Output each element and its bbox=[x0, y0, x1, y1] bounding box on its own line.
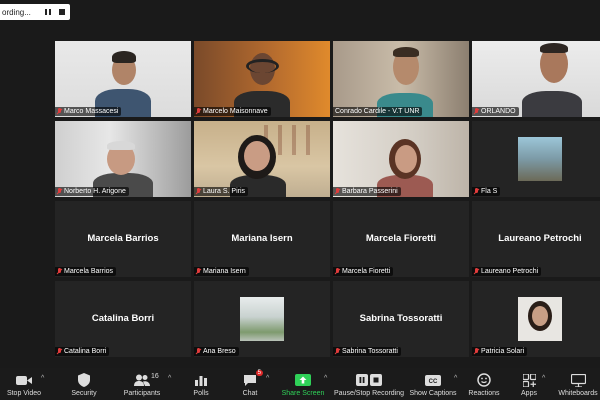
participants-count: 16 bbox=[151, 373, 159, 380]
security-button[interactable]: Security bbox=[66, 368, 102, 400]
muted-mic-icon bbox=[335, 188, 340, 195]
whiteboard-icon bbox=[570, 373, 586, 387]
participant-name-tag: Mariana Isern bbox=[194, 267, 249, 276]
video-tile[interactable]: Marco Massacesi bbox=[55, 41, 191, 117]
show-captions-button[interactable]: CC Show Captions bbox=[409, 368, 457, 400]
muted-mic-icon bbox=[57, 348, 62, 355]
participant-name-tag: Marco Massacesi bbox=[55, 107, 122, 116]
video-tile[interactable]: Barbara Passerini bbox=[333, 121, 469, 197]
participant-display-name: Laureano Petrochi bbox=[498, 233, 582, 244]
participant-name-tag: Norberto H. Arigone bbox=[55, 187, 129, 196]
recording-label: ording... bbox=[2, 7, 31, 17]
share-screen-icon bbox=[295, 373, 311, 387]
participant-name-tag: Catalina Borri bbox=[55, 347, 110, 356]
muted-mic-icon bbox=[335, 348, 340, 355]
muted-mic-icon bbox=[196, 108, 201, 115]
participant-name-tag: Laura S. Piris bbox=[194, 187, 249, 196]
video-tile[interactable]: Laureano Petrochi Laureano Petrochi bbox=[472, 201, 600, 277]
recording-indicator: ording... bbox=[0, 4, 70, 20]
muted-mic-icon bbox=[196, 188, 201, 195]
muted-mic-icon bbox=[474, 108, 479, 115]
reactions-button[interactable]: Reactions bbox=[466, 368, 502, 400]
pause-icon bbox=[45, 9, 51, 15]
stop-icon bbox=[59, 9, 65, 15]
video-tile[interactable]: Sabrina Tossoratti Sabrina Tossoratti bbox=[333, 281, 469, 357]
stop-recording-button[interactable] bbox=[56, 6, 68, 18]
video-camera-icon bbox=[16, 373, 32, 387]
video-tile[interactable]: Marcelo Maisonnave bbox=[194, 41, 330, 117]
participant-name-tag: Marcelo Maisonnave bbox=[194, 107, 271, 116]
smiley-plus-icon bbox=[476, 373, 492, 387]
participant-name-tag: Barbara Passerini bbox=[333, 187, 401, 196]
chat-unread-badge: 5 bbox=[255, 370, 263, 376]
share-screen-button[interactable]: Share Screen bbox=[280, 368, 326, 400]
video-tile[interactable]: Mariana Isern Mariana Isern bbox=[194, 201, 330, 277]
participant-name-tag: Fla S bbox=[472, 187, 501, 196]
chat-options-chevron-icon[interactable]: ^ bbox=[266, 375, 269, 382]
participants-icon bbox=[134, 373, 150, 387]
share-options-chevron-icon[interactable]: ^ bbox=[324, 375, 327, 382]
muted-mic-icon bbox=[57, 188, 62, 195]
muted-mic-icon bbox=[57, 268, 62, 275]
muted-mic-icon bbox=[335, 268, 340, 275]
meeting-toolbar: Stop Video ^ Security Participants 16 ^ … bbox=[0, 368, 600, 400]
muted-mic-icon bbox=[474, 188, 479, 195]
participant-display-name: Catalina Borri bbox=[91, 313, 155, 324]
video-tile[interactable]: Patricia Solari bbox=[472, 281, 600, 357]
participant-name-tag: Patricia Solari bbox=[472, 347, 528, 356]
video-tile[interactable]: Marcela Fioretti Marcela Fioretti bbox=[333, 201, 469, 277]
video-tile[interactable]: Norberto H. Arigone bbox=[55, 121, 191, 197]
recording-controls-icon bbox=[355, 373, 383, 387]
apps-button[interactable]: Apps bbox=[516, 368, 542, 400]
muted-mic-icon bbox=[57, 108, 62, 115]
bar-chart-icon bbox=[193, 373, 209, 387]
video-tile[interactable]: Fla S bbox=[472, 121, 600, 197]
participant-name-tag: Marcela Fioretti bbox=[333, 267, 394, 276]
video-tile[interactable]: Marcela Barrios Marcela Barrios bbox=[55, 201, 191, 277]
video-tile[interactable]: ORLANDO bbox=[472, 41, 600, 117]
captions-icon: CC bbox=[425, 373, 441, 387]
svg-text:CC: CC bbox=[429, 379, 438, 385]
video-options-chevron-icon[interactable]: ^ bbox=[41, 375, 44, 382]
video-tile[interactable]: Laura S. Piris bbox=[194, 121, 330, 197]
video-tile-active-speaker[interactable]: Conrado Cardile - V.T UNR bbox=[333, 41, 469, 117]
participant-display-name: Marcela Fioretti bbox=[365, 233, 437, 244]
participant-name-tag: ORLANDO bbox=[472, 107, 519, 116]
apps-options-chevron-icon[interactable]: ^ bbox=[542, 375, 545, 382]
participant-display-name: Sabrina Tossoratti bbox=[359, 313, 443, 324]
video-tile[interactable]: Catalina Borri Catalina Borri bbox=[55, 281, 191, 357]
participant-profile-picture bbox=[518, 137, 562, 181]
participant-profile-picture bbox=[240, 297, 284, 341]
polls-button[interactable]: Polls bbox=[186, 368, 216, 400]
participant-name-tag: Sabrina Tossoratti bbox=[333, 347, 401, 356]
chat-button[interactable]: 5 Chat bbox=[236, 368, 264, 400]
apps-grid-icon bbox=[521, 373, 537, 387]
video-tile[interactable]: Ana Breso bbox=[194, 281, 330, 357]
participant-name-tag: Laureano Petrochi bbox=[472, 267, 542, 276]
participant-name-tag: Conrado Cardile - V.T UNR bbox=[333, 107, 423, 116]
whiteboards-button[interactable]: Whiteboards bbox=[556, 368, 600, 400]
participant-display-name: Mariana Isern bbox=[231, 233, 293, 244]
chat-bubble-icon: 5 bbox=[242, 370, 263, 387]
muted-mic-icon bbox=[196, 348, 201, 355]
pause-stop-recording-button[interactable]: Pause/Stop Recording bbox=[334, 368, 404, 400]
participant-profile-picture bbox=[518, 297, 562, 341]
shield-icon bbox=[76, 373, 92, 387]
participants-options-chevron-icon[interactable]: ^ bbox=[168, 375, 171, 382]
pause-recording-button[interactable] bbox=[42, 6, 54, 18]
participant-name-tag: Ana Breso bbox=[194, 347, 239, 356]
participant-name-tag: Marcela Barrios bbox=[55, 267, 117, 276]
stop-video-button[interactable]: Stop Video bbox=[4, 368, 44, 400]
muted-mic-icon bbox=[196, 268, 201, 275]
captions-options-chevron-icon[interactable]: ^ bbox=[454, 375, 457, 382]
muted-mic-icon bbox=[474, 348, 479, 355]
participant-display-name: Marcela Barrios bbox=[87, 233, 159, 244]
muted-mic-icon bbox=[474, 268, 479, 275]
